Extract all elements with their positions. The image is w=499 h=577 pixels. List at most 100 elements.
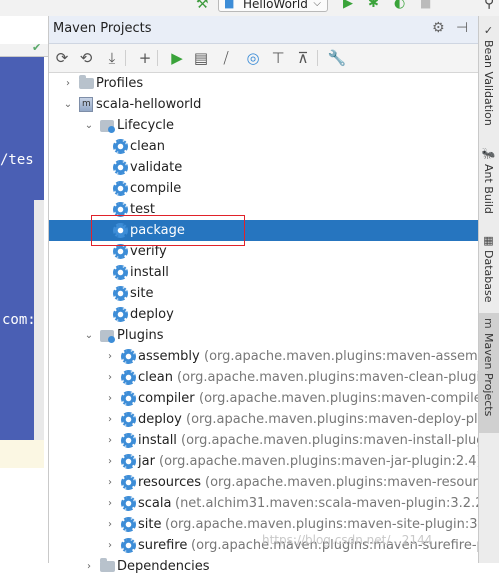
goal-gear-icon	[121, 433, 136, 448]
tree-row-plugins[interactable]: ⌄ Plugins	[49, 325, 479, 346]
tree-row-compiler[interactable]: › compiler (org.apache.maven.plugins:mave…	[49, 388, 479, 409]
plugin-coordinates: (net.alchim31.maven:scala-maven-plugin:3…	[175, 496, 479, 511]
tree-row-site[interactable]: site	[49, 283, 479, 304]
run-icon[interactable]: ▶	[166, 47, 188, 69]
run-config-icon: ■	[224, 0, 235, 10]
plugin-coordinates: (org.apache.maven.plugins:maven-site-plu…	[165, 517, 479, 532]
tree-row-install[interactable]: install	[49, 262, 479, 283]
tool-tab-database[interactable]: ▦ Database	[479, 230, 499, 308]
tree-row-scala[interactable]: › scala (net.alchim31.maven:scala-maven-p…	[49, 493, 479, 514]
chevron-right-icon[interactable]: ›	[103, 346, 117, 367]
panel-title: Maven Projects	[53, 21, 152, 36]
run-configuration-dropdown[interactable]: ■ HelloWorld ⌵	[218, 0, 328, 12]
editor-scrollbar[interactable]	[34, 200, 44, 440]
chevron-down-icon: ⌵	[313, 0, 321, 9]
coverage-icon[interactable]: ◐	[394, 0, 405, 11]
plugin-coordinates: (org.apache.maven.plugins:maven-jar-plug…	[159, 454, 479, 469]
chevron-right-icon[interactable]: ›	[103, 451, 117, 472]
chevron-right-icon[interactable]: ›	[82, 556, 96, 577]
tool-tab-label: Ant Build	[482, 164, 495, 214]
chevron-right-icon[interactable]: ›	[103, 409, 117, 430]
goal-gear-icon	[113, 244, 128, 259]
tree-row-lifecycle[interactable]: ⌄ Lifecycle	[49, 115, 479, 136]
tree-row-deploy[interactable]: › deploy (org.apache.maven.plugins:maven-…	[49, 409, 479, 430]
tree-row-deploy[interactable]: deploy	[49, 304, 479, 325]
tree-item-label: Plugins	[117, 328, 164, 343]
plugin-coordinates: (org.apache.maven.plugins:maven-deploy-p…	[186, 412, 479, 427]
chevron-right-icon[interactable]: ›	[103, 514, 117, 535]
tool-tab-ant-build[interactable]: 🐜 Ant Build	[479, 144, 499, 224]
tree-row-scala-helloworld[interactable]: ⌄ scala-helloworld	[49, 94, 479, 115]
goal-gear-icon	[121, 517, 136, 532]
chevron-down-icon[interactable]: ⌄	[82, 325, 96, 346]
gear-icon[interactable]: ⚙	[432, 20, 445, 36]
chevron-right-icon[interactable]: ›	[103, 388, 117, 409]
tree-item-label: clean	[130, 139, 165, 154]
collapse-all-icon[interactable]: ⊼	[292, 47, 314, 69]
tree-item-label: resources	[138, 475, 202, 490]
tree-row-dependencies[interactable]: › Dependencies	[49, 556, 479, 577]
tree-row-site[interactable]: › site (org.apache.maven.plugins:maven-si…	[49, 514, 479, 535]
tree-row-profiles[interactable]: › Profiles	[49, 73, 479, 94]
run-configuration-icon[interactable]: ▤	[190, 47, 212, 69]
tree-item-label: validate	[130, 160, 183, 175]
hide-panel-icon[interactable]: ⊣	[456, 20, 468, 36]
goal-gear-icon	[121, 370, 136, 385]
show-dependencies-icon[interactable]: ⊤	[267, 47, 289, 69]
database-icon: ▦	[482, 234, 495, 247]
toggle-offline-icon[interactable]: ⧸	[215, 47, 237, 69]
editor-tab-strip: ✔	[0, 41, 48, 57]
chevron-right-icon[interactable]: ›	[103, 367, 117, 388]
tree-row-clean[interactable]: › clean (org.apache.maven.plugins:maven-c…	[49, 367, 479, 388]
run-icon[interactable]: ▶	[343, 0, 353, 11]
reimport-icon[interactable]: ⟳	[51, 47, 73, 69]
tree-row-install[interactable]: › install (org.apache.maven.plugins:maven…	[49, 430, 479, 451]
tool-tab-maven-projects[interactable]: m Maven Projects	[479, 313, 499, 433]
generate-sources-icon[interactable]: ⟲	[75, 47, 97, 69]
tree-item-label: jar	[138, 454, 155, 469]
toolbar-separator	[125, 50, 126, 66]
tool-tab-bean-validation[interactable]: ✓ Bean Validation	[479, 20, 499, 140]
lifecycle-folder-icon	[100, 330, 115, 343]
tree-item-label: install	[138, 433, 177, 448]
goal-gear-icon	[113, 160, 128, 175]
goal-gear-icon	[121, 391, 136, 406]
tree-row-clean[interactable]: clean	[49, 136, 479, 157]
toolbar-separator	[157, 50, 158, 66]
goal-gear-icon	[113, 286, 128, 301]
checkmark-icon: ✔	[32, 41, 42, 54]
tool-tab-label: Bean Validation	[482, 40, 495, 126]
maven-project-icon	[79, 94, 93, 115]
maven-icon: m	[482, 317, 495, 329]
chevron-right-icon[interactable]: ›	[103, 472, 117, 493]
skip-tests-icon[interactable]: ◎	[242, 47, 264, 69]
search-everywhere-icon[interactable]: ⚲	[484, 0, 494, 11]
goal-gear-icon	[121, 412, 136, 427]
goal-gear-icon	[121, 349, 136, 364]
chevron-down-icon[interactable]: ⌄	[61, 94, 75, 115]
tree-item-label: compiler	[138, 391, 195, 406]
chevron-right-icon[interactable]: ›	[103, 493, 117, 514]
plugin-coordinates: (org.apache.maven.plugins:maven-install-…	[181, 433, 479, 448]
tree-row-validate[interactable]: validate	[49, 157, 479, 178]
build-hammer-icon[interactable]: ⚒	[196, 0, 209, 12]
tree-row-jar[interactable]: › jar (org.apache.maven.plugins:maven-jar…	[49, 451, 479, 472]
right-tool-window-bar: ✓ Bean Validation 🐜 Ant Build ▦ Database m Mave…	[478, 16, 499, 563]
settings-icon[interactable]: 🔧	[326, 47, 348, 69]
stop-icon[interactable]: ■	[420, 0, 431, 10]
debug-icon[interactable]: ✱	[368, 0, 379, 11]
goal-gear-icon	[121, 538, 136, 553]
tree-item-label: deploy	[138, 412, 182, 427]
add-icon[interactable]: +	[134, 47, 156, 69]
watermark: https://blog.csdn.net/...2144	[262, 533, 433, 547]
chevron-right-icon[interactable]: ›	[61, 73, 75, 94]
download-icon[interactable]: ⤓	[101, 47, 123, 69]
chevron-down-icon[interactable]: ⌄	[82, 115, 96, 136]
tree-row-assembly[interactable]: › assembly (org.apache.maven.plugins:mave…	[49, 346, 479, 367]
plugin-coordinates: (org.apache.maven.plugins:maven-clean-pl…	[177, 370, 479, 385]
tree-row-compile[interactable]: compile	[49, 178, 479, 199]
tree-item-label: Lifecycle	[117, 118, 175, 133]
chevron-right-icon[interactable]: ›	[103, 430, 117, 451]
chevron-right-icon[interactable]: ›	[103, 535, 117, 556]
tree-row-resources[interactable]: › resources (org.apache.maven.plugins:mav…	[49, 472, 479, 493]
